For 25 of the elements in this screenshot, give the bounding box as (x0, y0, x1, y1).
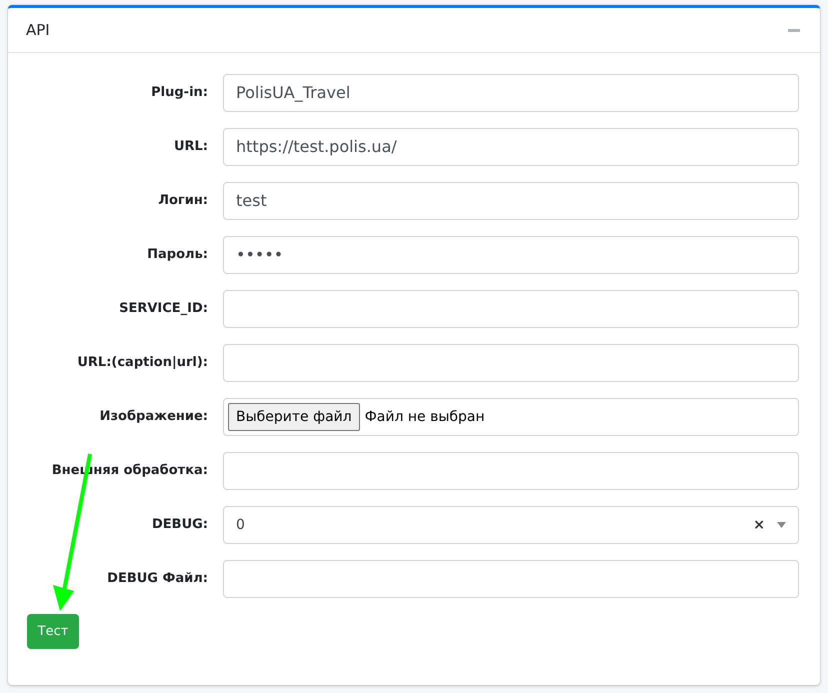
file-status: Файл не выбран (364, 408, 485, 426)
field-label: Plug-in: (151, 84, 208, 102)
select-field[interactable]: 0 × (223, 506, 799, 544)
file-field[interactable]: Выберите файл Файл не выбран (223, 398, 799, 436)
choose-file-button[interactable]: Выберите файл (228, 403, 360, 431)
input-field[interactable]: PolisUA_Travel (223, 74, 799, 112)
input-field[interactable] (223, 452, 799, 490)
input-field[interactable]: test (223, 182, 799, 220)
field-label: DEBUG: (152, 516, 208, 534)
field-label: URL:(caption|url): (77, 354, 208, 372)
clear-button[interactable]: × (753, 514, 765, 536)
field-label: URL: (174, 138, 208, 156)
field-label: SERVICE_ID: (119, 300, 208, 318)
field-label: Логин: (158, 192, 208, 210)
input-field[interactable] (223, 344, 799, 382)
field-label: Изображение: (100, 408, 208, 426)
input-field[interactable] (223, 560, 799, 598)
input-field[interactable]: https://test.polis.ua/ (223, 128, 799, 166)
card-title: API (26, 20, 50, 41)
input-field[interactable] (223, 290, 799, 328)
dropdown-caret-icon (777, 522, 786, 528)
input-field[interactable]: ••••• (223, 236, 799, 274)
field-label: DEBUG Файл: (107, 570, 208, 588)
collapse-icon[interactable] (788, 28, 800, 32)
field-label: Пароль: (147, 246, 208, 264)
